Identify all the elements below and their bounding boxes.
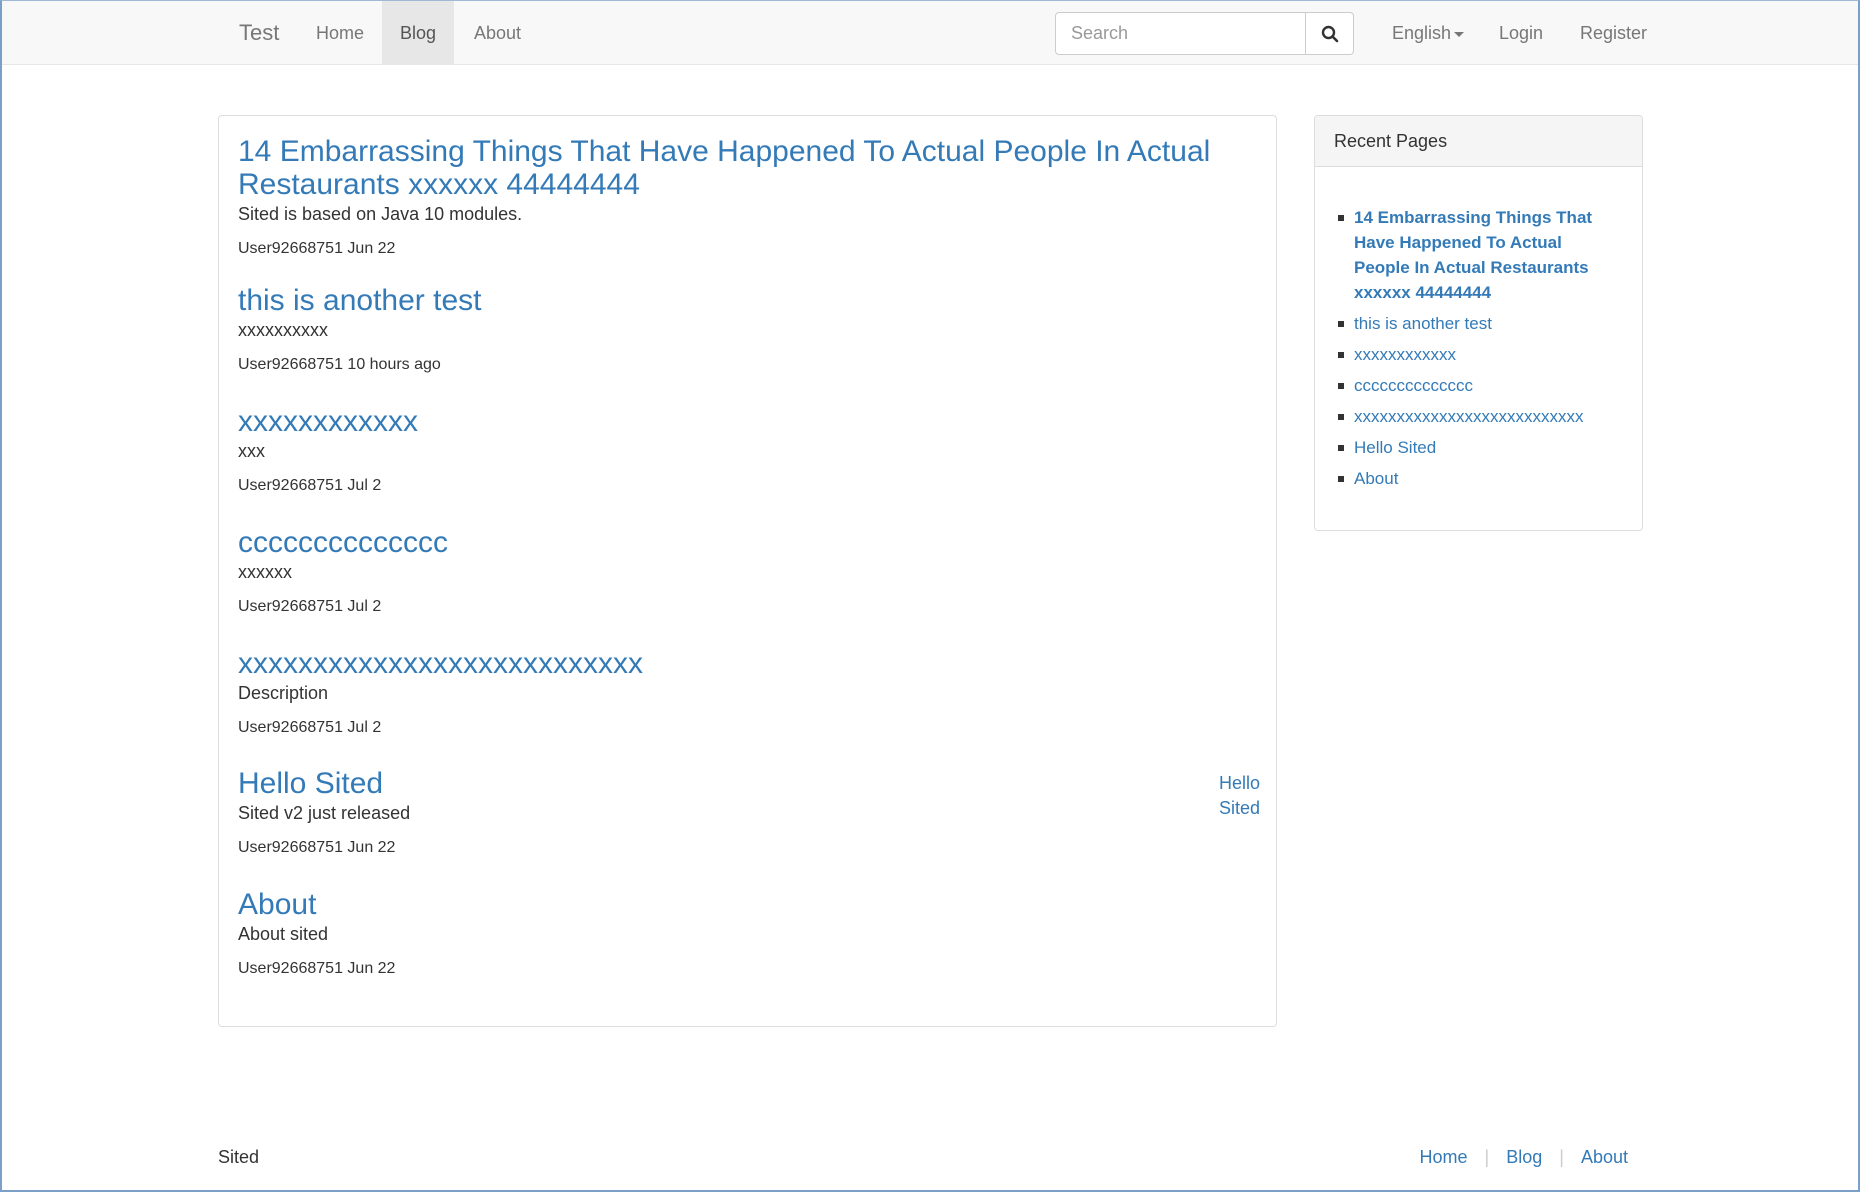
top-navbar: Test Home Blog About English Login Regis…	[2, 1, 1858, 65]
post-item: this is another test xxxxxxxxxx User9266…	[238, 284, 481, 375]
post-meta: User92668751 Jun 22	[238, 839, 396, 856]
post-meta: User92668751 Jun 22	[238, 240, 396, 257]
brand-logo[interactable]: Test	[239, 1, 279, 65]
posts-panel: 14 Embarrassing Things That Have Happene…	[218, 115, 1277, 1027]
post-item: Hello Sited Sited v2 just released User9…	[238, 767, 410, 858]
post-description: xxxxxx	[238, 562, 292, 582]
footer-link-home[interactable]: Home	[1420, 1145, 1468, 1169]
post-meta: User92668751 Jul 2	[238, 598, 382, 615]
post-item: xxxxxxxxxxxxxxxxxxxxxxxxxxx Description …	[238, 647, 643, 738]
post-description: Sited is based on Java 10 modules.	[238, 204, 523, 224]
post-side-link[interactable]: Hello Sited	[1216, 771, 1260, 821]
post-title[interactable]: 14 Embarrassing Things That Have Happene…	[238, 135, 1238, 201]
search-button[interactable]	[1306, 12, 1354, 55]
post-meta: User92668751 Jul 2	[238, 719, 382, 736]
recent-page-link[interactable]: xxxxxxxxxxxxxxxxxxxxxxxxxxx	[1338, 404, 1622, 429]
footer-divider: |	[1484, 1147, 1490, 1167]
post-title[interactable]: this is another test	[238, 284, 481, 317]
chevron-down-icon	[1454, 31, 1465, 37]
search-icon	[1321, 25, 1338, 42]
post-title[interactable]: Hello Sited	[238, 767, 410, 800]
nav-blog[interactable]: Blog	[382, 1, 455, 65]
nav-about[interactable]: About	[456, 1, 539, 65]
recent-page-link[interactable]: this is another test	[1338, 311, 1622, 336]
footer-nav: Home | Blog | About	[1420, 1145, 1628, 1169]
recent-pages-panel: Recent Pages 14 Embarrassing Things That…	[1314, 115, 1643, 531]
recent-page-link[interactable]: xxxxxxxxxxxx	[1338, 342, 1622, 367]
post-description: Description	[238, 683, 329, 703]
language-label: English	[1392, 23, 1452, 43]
language-dropdown[interactable]: English	[1374, 1, 1482, 65]
post-meta: User92668751 Jul 2	[238, 477, 382, 494]
post-title[interactable]: cccccccccccccc	[238, 526, 448, 559]
post-item: About About sited User92668751 Jun 22	[238, 888, 395, 979]
recent-page-link[interactable]: 14 Embarrassing Things That Have Happene…	[1338, 205, 1622, 305]
nav-home[interactable]: Home	[298, 1, 382, 65]
post-description: xxx	[238, 441, 265, 461]
post-description: Sited v2 just released	[238, 803, 411, 823]
footer-link-blog[interactable]: Blog	[1506, 1145, 1542, 1169]
nav-login[interactable]: Login	[1481, 1, 1561, 65]
footer-divider: |	[1559, 1147, 1564, 1167]
nav-register[interactable]: Register	[1562, 1, 1665, 65]
recent-page-link[interactable]: cccccccccccccc	[1338, 373, 1622, 398]
post-item: xxxxxxxxxxxx xxx User92668751 Jul 2	[238, 405, 418, 496]
recent-page-link[interactable]: Hello Sited	[1338, 435, 1622, 460]
post-meta: User92668751 10 hours ago	[238, 356, 441, 373]
recent-pages-heading: Recent Pages	[1315, 116, 1642, 167]
footer-link-about[interactable]: About	[1581, 1145, 1628, 1169]
post-title[interactable]: xxxxxxxxxxxxxxxxxxxxxxxxxxx	[238, 647, 643, 680]
recent-page-link[interactable]: About	[1338, 466, 1622, 491]
recent-pages-list: 14 Embarrassing Things That Have Happene…	[1315, 167, 1642, 491]
footer-brand: Sited	[218, 1147, 260, 1167]
post-title[interactable]: About	[238, 888, 395, 921]
post-description: xxxxxxxxxx	[238, 320, 328, 340]
search-form	[1055, 12, 1354, 55]
search-input[interactable]	[1055, 12, 1306, 55]
post-item: cccccccccccccc xxxxxx User92668751 Jul 2	[238, 526, 448, 617]
post-title[interactable]: xxxxxxxxxxxx	[238, 405, 418, 438]
post-description: About sited	[238, 924, 329, 944]
post-meta: User92668751 Jun 22	[238, 960, 396, 977]
post-item: 14 Embarrassing Things That Have Happene…	[238, 135, 1238, 259]
